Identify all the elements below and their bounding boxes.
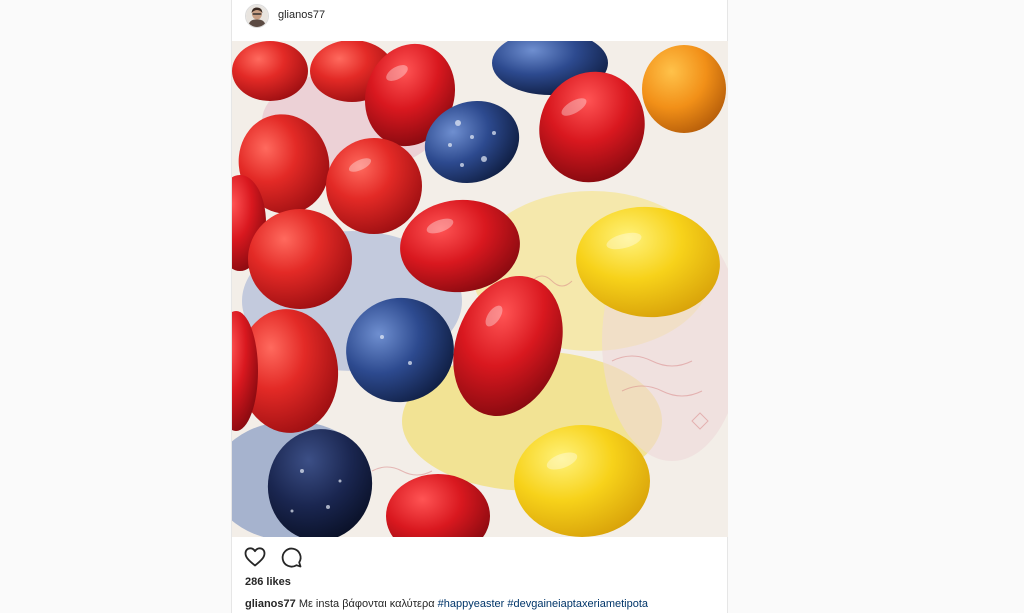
likes-label: likes <box>266 576 291 588</box>
avatar[interactable] <box>245 4 269 28</box>
avatar-image <box>246 5 268 27</box>
hashtag-link[interactable]: #happyeaster <box>438 598 505 610</box>
heart-icon[interactable] <box>243 545 267 569</box>
comment-bubble-icon[interactable] <box>279 545 303 569</box>
post-photo[interactable] <box>232 41 728 537</box>
page: glianos77 286 likes glianos77 Με insta β… <box>0 0 1024 613</box>
likes-number: 286 <box>245 576 264 588</box>
post-header: glianos77 <box>232 0 727 41</box>
post-username[interactable]: glianos77 <box>278 9 325 21</box>
hashtag-link[interactable]: #devgaineiaptaxeriametipota <box>507 598 648 610</box>
caption-text: Με insta βάφονται καλύτερα <box>298 598 435 610</box>
caption-username[interactable]: glianos77 <box>245 598 296 610</box>
post-actions <box>243 545 303 569</box>
post-card: glianos77 286 likes glianos77 Με insta β… <box>231 0 728 613</box>
likes-count[interactable]: 286 likes <box>245 576 291 588</box>
post-caption: glianos77 Με insta βάφονται καλύτερα #ha… <box>245 598 648 610</box>
